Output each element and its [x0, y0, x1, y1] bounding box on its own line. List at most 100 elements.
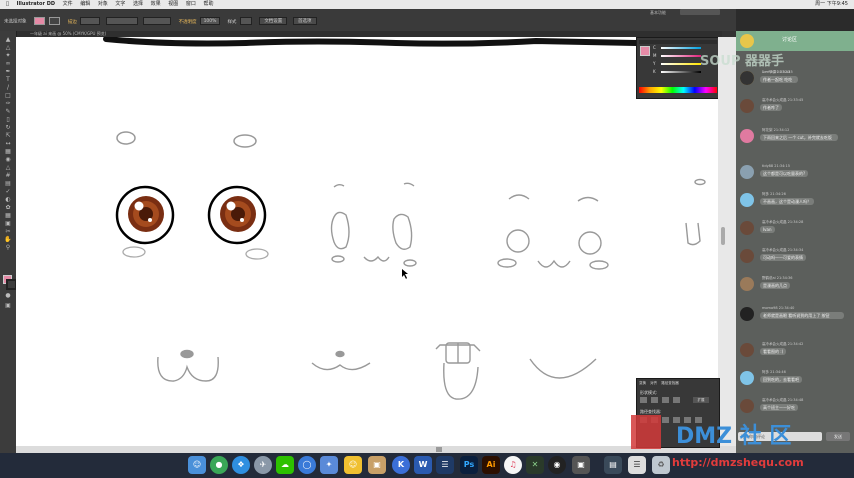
rectangle-tool-icon[interactable]: □: [4, 93, 12, 99]
mouth-sketch-2[interactable]: [311, 350, 371, 371]
zoom-tool-icon[interactable]: ⚲: [4, 245, 12, 251]
tab-pathfinder[interactable]: 路径查找器: [661, 381, 679, 385]
avatar[interactable]: [740, 99, 754, 113]
tab-align[interactable]: 对齐: [650, 381, 657, 385]
expand-button[interactable]: 扩展: [693, 397, 709, 403]
menu-window[interactable]: 窗口: [186, 0, 196, 9]
ps-icon[interactable]: Ps: [460, 456, 478, 474]
doc-setup-button[interactable]: 文档设置: [259, 17, 288, 25]
ai-icon[interactable]: Ai: [482, 456, 500, 474]
chat-message-list[interactable]: 1 一节课 21:32:45太无聊了...一节课 Lavish 21:33:43…: [736, 69, 854, 429]
apple-icon[interactable]: : [6, 0, 9, 9]
qq-browser-icon[interactable]: ◯: [298, 456, 316, 474]
artboard-canvas[interactable]: [16, 37, 718, 446]
magic-wand-icon[interactable]: ✦: [4, 53, 12, 59]
eraser-icon[interactable]: ▯: [4, 117, 12, 123]
search-field[interactable]: [680, 9, 720, 15]
tab-transform[interactable]: 变换: [639, 381, 646, 385]
eyebrow-shape[interactable]: [116, 131, 136, 145]
menubar-clock[interactable]: 周一 下午9:45: [815, 0, 848, 9]
avatar[interactable]: [740, 71, 754, 85]
avatar[interactable]: [740, 249, 754, 263]
send-button[interactable]: 发送: [826, 432, 850, 441]
avatar[interactable]: [740, 221, 754, 235]
mesh-tool-icon[interactable]: #: [4, 173, 12, 179]
face-sketch-2[interactable]: [330, 182, 417, 267]
blush-shape[interactable]: [122, 246, 146, 258]
symbol-sprayer-icon[interactable]: ✿: [4, 205, 12, 211]
perspective-grid-icon[interactable]: △: [4, 165, 12, 171]
avatar[interactable]: [740, 307, 754, 321]
qq-icon[interactable]: ☺: [344, 456, 362, 474]
pen-tool-icon[interactable]: ✒: [4, 69, 12, 75]
merge-icon[interactable]: [662, 417, 669, 423]
type-tool-icon[interactable]: T: [4, 77, 12, 83]
avatar[interactable]: [740, 343, 754, 357]
wechat-icon[interactable]: ☁: [276, 456, 294, 474]
eye-left[interactable]: [115, 185, 175, 245]
paintbrush-icon[interactable]: ✑: [4, 101, 12, 107]
menu-type[interactable]: 文字: [115, 0, 125, 9]
eyedropper-icon[interactable]: ✓: [4, 189, 12, 195]
avatar[interactable]: [740, 371, 754, 385]
stroke-swatch[interactable]: [49, 17, 61, 25]
launchpad-icon[interactable]: ✈: [254, 456, 272, 474]
channel-c-slider[interactable]: [661, 47, 701, 49]
graph-tool-icon[interactable]: ▦: [4, 213, 12, 219]
eye-right[interactable]: [207, 185, 267, 245]
chrome-icon[interactable]: ●: [210, 456, 228, 474]
preview-icon[interactable]: ▤: [604, 456, 622, 474]
face-sketch-3[interactable]: [497, 194, 609, 270]
intersect-icon[interactable]: [662, 397, 669, 403]
avatar[interactable]: [740, 399, 754, 413]
stroke-weight-field[interactable]: [80, 17, 101, 25]
style-field[interactable]: [239, 17, 252, 25]
gradient-tool-icon[interactable]: ▤: [4, 181, 12, 187]
face-sketch-4[interactable]: [685, 178, 706, 246]
slice-tool-icon[interactable]: ✂: [4, 229, 12, 235]
document-icon[interactable]: ☰: [628, 456, 646, 474]
screenshot-icon[interactable]: ▣: [572, 456, 590, 474]
kk-icon[interactable]: ✦: [320, 456, 338, 474]
scale-tool-icon[interactable]: ⇱: [4, 133, 12, 139]
unite-icon[interactable]: [640, 397, 647, 403]
variable-width-field[interactable]: [105, 17, 138, 25]
minus-front-icon[interactable]: [651, 397, 658, 403]
mouth-sketch-3[interactable]: [435, 342, 481, 400]
mouth-sketch-4[interactable]: [529, 358, 597, 379]
eyebrow-shape[interactable]: [233, 134, 257, 148]
avatar[interactable]: [740, 277, 754, 291]
word-icon[interactable]: ☰: [436, 456, 454, 474]
obs-icon[interactable]: ◉: [548, 456, 566, 474]
trash-icon[interactable]: ♻: [652, 456, 670, 474]
blush-shape[interactable]: [245, 248, 269, 260]
horizontal-scrollbar[interactable]: [16, 446, 736, 453]
brush-stroke[interactable]: [103, 37, 639, 47]
selection-tool-icon[interactable]: ▲: [4, 37, 12, 43]
safari-icon[interactable]: ❖: [232, 456, 250, 474]
direct-selection-tool-icon[interactable]: △: [4, 45, 12, 51]
music-icon[interactable]: ♫: [504, 456, 522, 474]
screen-mode-icon[interactable]: ▣: [4, 303, 12, 309]
lasso-icon[interactable]: ∞: [4, 61, 12, 67]
menu-file[interactable]: 文件: [63, 0, 73, 9]
x-icon[interactable]: ✕: [526, 456, 544, 474]
vertical-scroll-thumb[interactable]: [721, 227, 725, 245]
channel-y-slider[interactable]: [661, 63, 701, 65]
exclude-icon[interactable]: [673, 397, 680, 403]
shape-builder-icon[interactable]: ◉: [4, 157, 12, 163]
wps-icon[interactable]: W: [414, 456, 432, 474]
menu-effect[interactable]: 效果: [151, 0, 161, 9]
rotate-tool-icon[interactable]: ↻: [4, 125, 12, 131]
preferences-button[interactable]: 首选项: [292, 17, 317, 25]
menu-select[interactable]: 选择: [133, 0, 143, 9]
channel-k-slider[interactable]: [661, 71, 701, 73]
box-icon[interactable]: ▣: [368, 456, 386, 474]
pencil-icon[interactable]: ✎: [4, 109, 12, 115]
menu-help[interactable]: 帮助: [203, 0, 213, 9]
draw-mode-icon[interactable]: ●: [4, 293, 12, 299]
artboard-tool-icon[interactable]: ▣: [4, 221, 12, 227]
vertical-scrollbar[interactable]: [718, 37, 736, 446]
workspace-switcher[interactable]: 基本功能: [650, 10, 666, 16]
channel-m-slider[interactable]: [661, 55, 701, 57]
